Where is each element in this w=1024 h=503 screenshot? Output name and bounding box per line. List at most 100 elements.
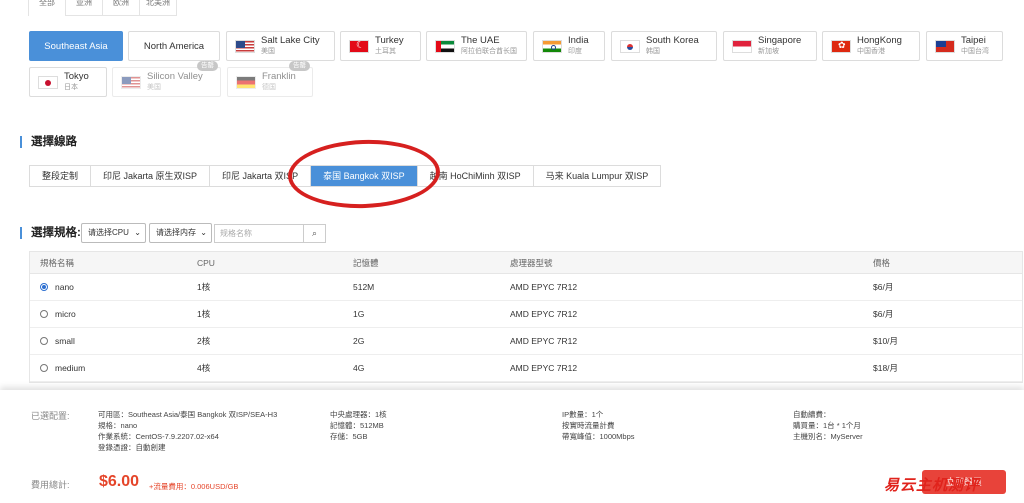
kr-flag-icon <box>620 39 640 53</box>
tw-flag-icon <box>935 39 955 53</box>
location-country: 美国 <box>147 84 161 91</box>
location-name: Salt Lake City <box>261 35 320 46</box>
search-icon: ⌕ <box>311 228 318 238</box>
spec-search-input[interactable]: 规格名称 <box>214 224 304 243</box>
us-flag-icon <box>121 75 141 89</box>
location-franklin[interactable]: Franklin 德国 告罄 <box>227 61 313 97</box>
spec-price: $6/月 <box>873 282 894 292</box>
route-section-title: 選擇線路 <box>20 136 77 148</box>
config-quantity: 購買量：1台 * 1个月 <box>793 421 861 430</box>
location-country: 美国 <box>261 48 275 55</box>
memory-select[interactable]: 请选择内存 ⌄ <box>149 223 212 243</box>
route-tabs: 整段定制 印尼 Jakarta 原生双ISP 印尼 Jakarta 双ISP 泰… <box>29 165 662 187</box>
location-name: Franklin <box>262 71 296 82</box>
location-salt-lake-city[interactable]: Salt Lake City 美国 <box>226 31 335 61</box>
spec-radio[interactable] <box>40 364 48 372</box>
location-north-america[interactable]: North America <box>128 31 220 61</box>
spec-cpu: 4核 <box>197 363 211 373</box>
order-summary-panel: 已選配置: 可用區：Southeast Asia/泰国 Bangkok 双ISP… <box>0 390 1024 503</box>
table-header: 規格名稱 CPU 記憶體 處理器型號 價格 <box>30 252 1022 274</box>
region-tab-all[interactable]: 全部 <box>29 0 66 16</box>
spec-processor: AMD EPYC 7R12 <box>510 309 578 319</box>
spec-name: micro <box>55 309 76 319</box>
spec-price: $6/月 <box>873 309 894 319</box>
cpu-select[interactable]: 请选择CPU ⌄ <box>81 223 146 243</box>
config-storage: 存儲：5GB <box>330 432 368 441</box>
config-credential: 登錄憑證：自動創建 <box>98 443 166 452</box>
location-name: Taipei <box>961 35 986 46</box>
ae-flag-icon <box>435 39 455 53</box>
location-country: 阿拉伯联合酋长国 <box>461 48 517 55</box>
chevron-down-icon: ⌄ <box>134 228 141 237</box>
spec-radio[interactable] <box>40 337 48 345</box>
region-tab-europe[interactable]: 欧洲 <box>103 0 140 16</box>
sg-flag-icon <box>732 39 752 53</box>
total-price: $6.00 <box>99 473 140 490</box>
spec-cpu: 2核 <box>197 336 211 346</box>
table-row[interactable]: medium 4核 4G AMD EPYC 7R12 $18/月 <box>30 355 1022 382</box>
route-tab-bangkok[interactable]: 泰国 Bangkok 双ISP <box>311 166 418 186</box>
location-name: India <box>568 35 589 46</box>
location-country: 日本 <box>64 84 78 91</box>
route-tab-hochiminh[interactable]: 越南 HoChiMinh 双ISP <box>418 166 534 186</box>
location-country: 中国台湾 <box>961 48 989 55</box>
spec-cpu: 1核 <box>197 309 211 319</box>
location-singapore[interactable]: Singapore 新加坡 <box>723 31 817 61</box>
config-hostname: 主機別名：MyServer <box>793 432 863 441</box>
traffic-fee: +流量費用：0.006USD/GB <box>149 482 239 491</box>
config-bandwidth: 帶寬峰值：1000Mbps <box>562 432 635 441</box>
spec-cpu: 1核 <box>197 282 211 292</box>
config-auto-renew: 自動續費： <box>793 410 831 419</box>
location-taipei[interactable]: Taipei 中国台湾 <box>926 31 1003 61</box>
table-row[interactable]: small 2核 2G AMD EPYC 7R12 $10/月 <box>30 328 1022 355</box>
location-southeast-asia[interactable]: Southeast Asia <box>29 31 123 61</box>
spec-table: 規格名稱 CPU 記憶體 處理器型號 價格 nano 1核 512M AMD E… <box>29 251 1023 383</box>
location-name: HongKong <box>857 35 902 46</box>
header-price: 價格 <box>873 257 891 268</box>
watermark: 易云主机测评 <box>884 476 981 494</box>
location-name: South Korea <box>646 35 699 46</box>
location-turkey[interactable]: Turkey 土耳其 <box>340 31 421 61</box>
region-tab-asia[interactable]: 亚洲 <box>66 0 103 16</box>
table-row[interactable]: nano 1核 512M AMD EPYC 7R12 $6/月 <box>30 274 1022 301</box>
location-uae[interactable]: The UAE 阿拉伯联合酋长国 <box>426 31 527 61</box>
location-country: 中国香港 <box>857 48 885 55</box>
location-country: 印度 <box>568 48 582 55</box>
spec-price: $10/月 <box>873 336 899 346</box>
location-hongkong[interactable]: HongKong 中国香港 <box>822 31 920 61</box>
table-row[interactable]: micro 1核 1G AMD EPYC 7R12 $6/月 <box>30 301 1022 328</box>
route-tab-custom[interactable]: 整段定制 <box>30 166 92 186</box>
route-tab-jakarta-native[interactable]: 印尼 Jakarta 原生双ISP <box>91 166 211 186</box>
hk-flag-icon <box>831 39 851 53</box>
chevron-down-icon: ⌄ <box>200 228 207 237</box>
region-tabs: 全部 亚洲 欧洲 北美洲 <box>28 0 177 16</box>
total-label: 費用總計: <box>31 480 70 490</box>
location-name: Turkey <box>375 35 404 46</box>
search-button[interactable]: ⌕ <box>304 224 326 243</box>
spec-processor: AMD EPYC 7R12 <box>510 336 578 346</box>
location-tokyo[interactable]: Tokyo 日本 <box>29 67 107 97</box>
spec-radio[interactable] <box>40 283 48 291</box>
spec-memory: 1G <box>353 309 365 319</box>
location-india[interactable]: India 印度 <box>533 31 605 61</box>
spec-name: nano <box>55 282 74 292</box>
location-south-korea[interactable]: South Korea 韩国 <box>611 31 717 61</box>
header-spec-name: 規格名稱 <box>40 257 75 268</box>
spec-name: medium <box>55 363 86 373</box>
spec-radio[interactable] <box>40 310 48 318</box>
config-ip-count: IP數量：1个 <box>562 410 604 419</box>
header-memory: 記憶體 <box>353 257 379 268</box>
route-tab-jakarta[interactable]: 印尼 Jakarta 双ISP <box>210 166 312 186</box>
config-zone: 可用區：Southeast Asia/泰国 Bangkok 双ISP/SEA-H… <box>98 410 278 419</box>
spec-processor: AMD EPYC 7R12 <box>510 282 578 292</box>
route-tab-kuala-lumpur[interactable]: 马来 Kuala Lumpur 双ISP <box>534 166 661 186</box>
location-silicon-valley[interactable]: Silicon Valley 美国 告罄 <box>112 61 221 97</box>
location-name: Silicon Valley <box>147 71 203 82</box>
config-os: 作業系統：CentOS-7.9.2207.02-x64 <box>98 432 219 441</box>
config-billing: 按實時流量計費 <box>562 421 615 430</box>
location-name: Tokyo <box>64 71 89 82</box>
region-tab-north-america[interactable]: 北美洲 <box>140 0 177 16</box>
config-spec: 規格：nano <box>98 421 138 430</box>
location-name: The UAE <box>461 35 500 46</box>
config-memory: 記憶體：512MB <box>330 421 384 430</box>
